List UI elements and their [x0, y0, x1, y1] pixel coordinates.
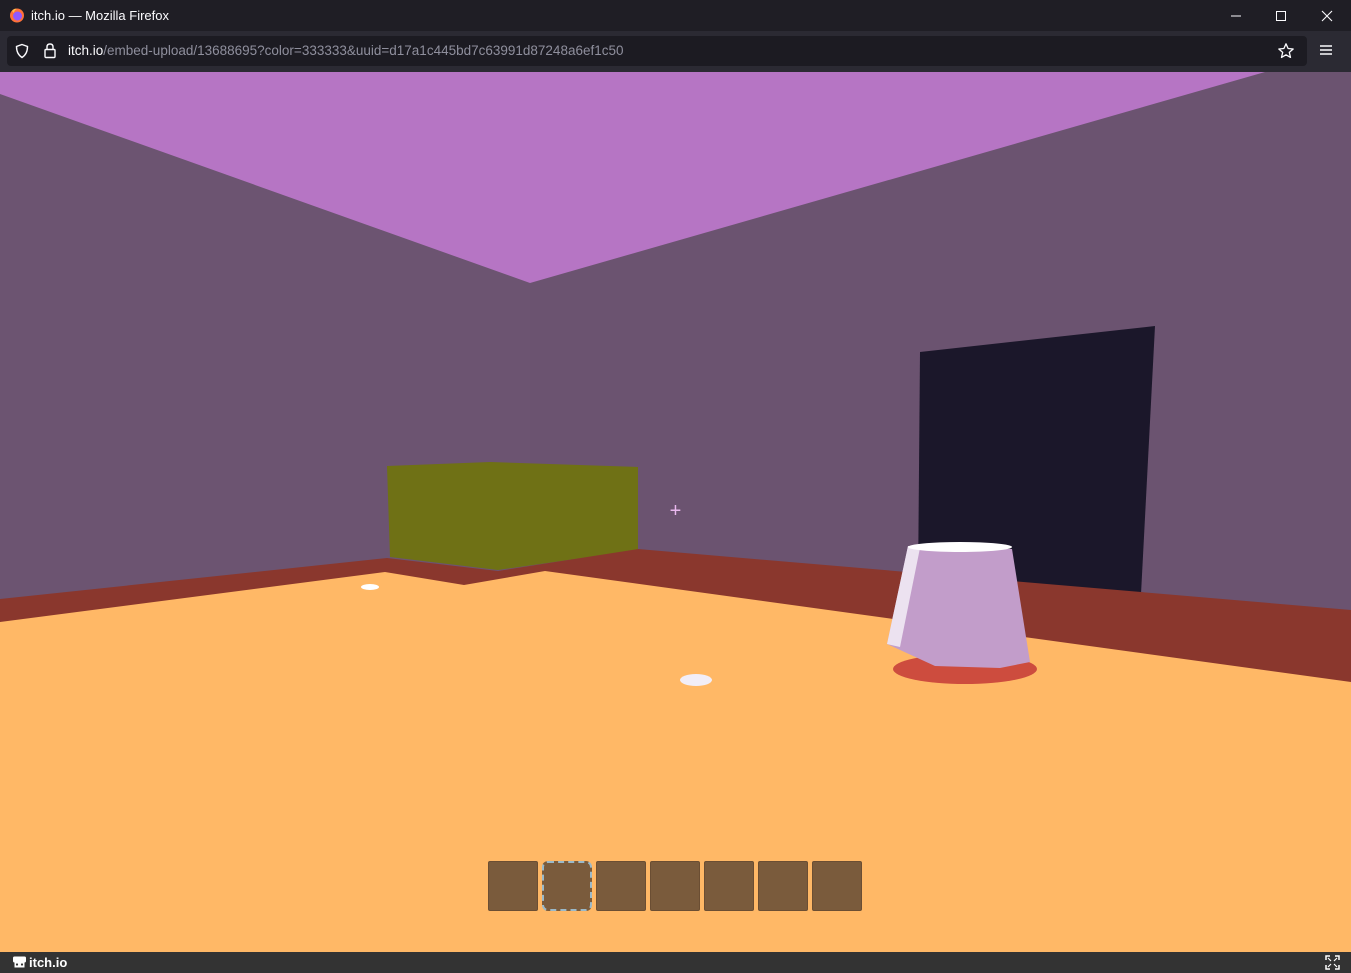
- itch-footer: itch.io: [0, 952, 1351, 973]
- close-icon: [1321, 10, 1333, 21]
- shield-icon[interactable]: [14, 43, 30, 59]
- firefox-icon: [10, 8, 24, 23]
- game-canvas[interactable]: +: [0, 72, 1351, 952]
- crosshair: +: [669, 500, 682, 522]
- hotbar-slot-4[interactable]: [650, 861, 700, 911]
- cup-rim: [908, 542, 1012, 552]
- hotbar-slot-1[interactable]: [488, 861, 538, 911]
- close-button[interactable]: [1304, 0, 1350, 31]
- url-bar[interactable]: itch.io/embed-upload/13688695?color=3333…: [7, 36, 1307, 66]
- window-title: itch.io — Mozilla Firefox: [31, 8, 169, 23]
- lock-icon[interactable]: [42, 42, 58, 59]
- itch-brand: itch.io: [29, 955, 68, 970]
- title-bar: itch.io — Mozilla Firefox: [0, 0, 1351, 31]
- hamburger-menu-icon[interactable]: [1318, 42, 1334, 58]
- nav-bar: itch.io/embed-upload/13688695?color=3333…: [0, 31, 1351, 72]
- minimize-button[interactable]: [1213, 0, 1259, 31]
- hotbar-slot-2[interactable]: [542, 861, 592, 911]
- hotbar-slot-3[interactable]: [596, 861, 646, 911]
- url-host: itch.io: [68, 43, 104, 58]
- green-block: [387, 462, 638, 570]
- url-text[interactable]: itch.io/embed-upload/13688695?color=3333…: [68, 43, 624, 58]
- minimize-icon: [1231, 15, 1241, 16]
- hotbar-slot-6[interactable]: [758, 861, 808, 911]
- itch-logo-link[interactable]: itch.io: [12, 955, 67, 970]
- maximize-icon: [1276, 10, 1286, 21]
- itch-controller-icon: [13, 956, 26, 968]
- floor-disc: [680, 674, 712, 686]
- browser-window: itch.io — Mozilla Firefox itch.io/embed-…: [0, 0, 1351, 973]
- url-path: /embed-upload/13688695?color=333333&uuid…: [103, 43, 624, 58]
- hotbar-slot-5[interactable]: [704, 861, 754, 911]
- maximize-button[interactable]: [1258, 0, 1304, 31]
- floor-disc-small: [361, 584, 379, 590]
- bookmark-star-icon[interactable]: [1277, 42, 1295, 60]
- hotbar: [488, 861, 864, 913]
- fullscreen-icon[interactable]: [1325, 955, 1340, 970]
- hotbar-slot-7[interactable]: [812, 861, 862, 911]
